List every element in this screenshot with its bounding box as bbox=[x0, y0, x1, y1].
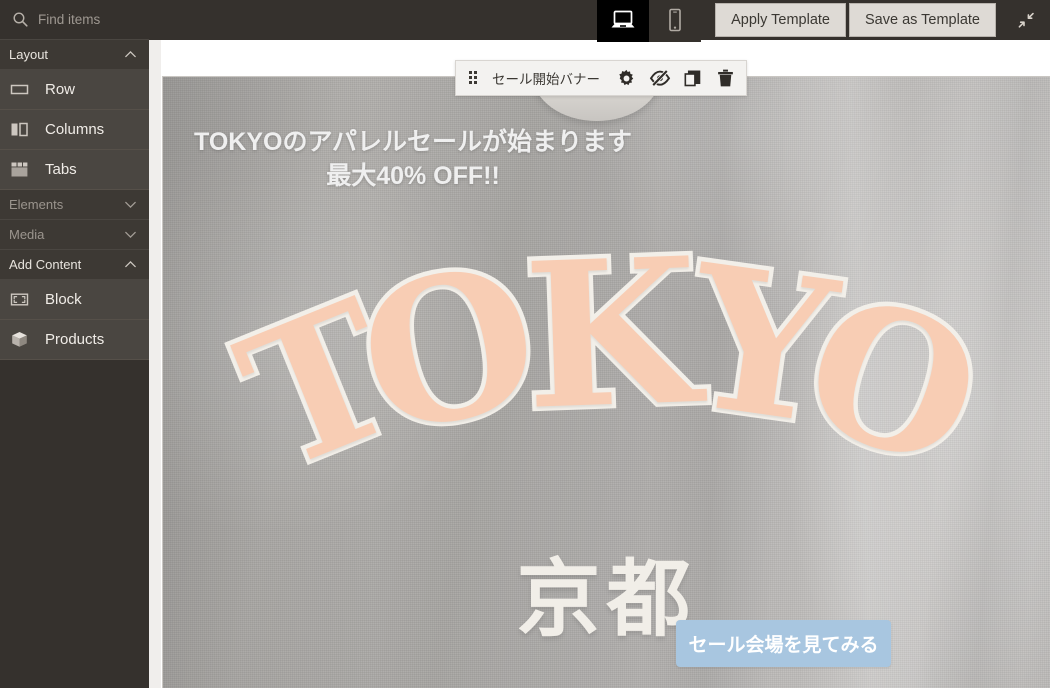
sidebar-section-media[interactable]: Media bbox=[0, 220, 149, 250]
tabs-icon bbox=[9, 160, 29, 180]
sidebar-item-row[interactable]: Row bbox=[0, 70, 149, 110]
sidebar-item-products[interactable]: Products bbox=[0, 320, 149, 360]
gear-icon bbox=[619, 69, 634, 85]
sidebar-item-columns[interactable]: Columns bbox=[0, 110, 149, 150]
sidebar-item-label: Block bbox=[45, 291, 82, 308]
chevron-down-icon bbox=[125, 231, 136, 239]
sidebar-item-label: Tabs bbox=[45, 161, 77, 178]
device-mobile-button[interactable] bbox=[649, 0, 702, 42]
copy-icon bbox=[684, 70, 701, 86]
page-builder-app: Apply Template Save as Template Layout bbox=[0, 0, 1050, 688]
collapse-panel-button[interactable] bbox=[1006, 0, 1046, 40]
chevron-up-icon bbox=[125, 260, 136, 268]
sidebar-section-add-content[interactable]: Add Content bbox=[0, 250, 149, 280]
save-as-template-button[interactable]: Save as Template bbox=[849, 3, 996, 37]
element-toolbar-label: セール開始バナー bbox=[492, 72, 600, 87]
apply-template-button[interactable]: Apply Template bbox=[715, 3, 846, 37]
sidebar-section-label: Media bbox=[9, 227, 45, 242]
banner-block[interactable]: T O K Y O 京都 TOKYOのアパレルセールが始まります 最大40% O… bbox=[162, 76, 1050, 688]
sidebar-section-label: Layout bbox=[9, 47, 49, 62]
chevron-up-icon bbox=[125, 50, 136, 58]
search-box[interactable] bbox=[0, 0, 149, 40]
device-desktop-button[interactable] bbox=[597, 0, 650, 42]
element-delete-button[interactable] bbox=[709, 61, 742, 95]
left-sidebar: Layout Row Columns Tabs Elements Media A… bbox=[0, 40, 149, 688]
sidebar-section-elements[interactable]: Elements bbox=[0, 190, 149, 220]
element-hide-button[interactable] bbox=[643, 61, 676, 95]
element-toolbar: セール開始バナー bbox=[455, 60, 747, 96]
drag-handle-icon[interactable] bbox=[460, 61, 488, 95]
desktop-icon bbox=[611, 10, 635, 28]
sidebar-item-label: Row bbox=[45, 81, 76, 98]
sidebar-item-label: Columns bbox=[45, 121, 105, 138]
sidebar-section-layout[interactable]: Layout bbox=[0, 40, 149, 70]
search-input[interactable] bbox=[38, 12, 143, 27]
search-icon bbox=[13, 12, 28, 27]
sidebar-section-label: Add Content bbox=[9, 257, 82, 272]
mobile-icon bbox=[669, 8, 681, 32]
columns-icon bbox=[9, 120, 29, 140]
chevron-down-icon bbox=[125, 201, 136, 209]
sidebar-item-label: Products bbox=[45, 331, 105, 348]
fabric-fold-highlights bbox=[163, 77, 1050, 688]
trash-icon bbox=[718, 69, 733, 86]
block-icon bbox=[9, 290, 29, 310]
products-box-icon bbox=[9, 330, 29, 350]
device-preview-switcher bbox=[597, 0, 702, 42]
sidebar-item-tabs[interactable]: Tabs bbox=[0, 150, 149, 190]
top-toolbar: Apply Template Save as Template bbox=[0, 0, 1050, 42]
canvas-scroll-gutter[interactable] bbox=[149, 40, 161, 688]
collapse-arrows-icon bbox=[1018, 12, 1034, 28]
editor-canvas[interactable]: T O K Y O 京都 TOKYOのアパレルセールが始まります 最大40% O… bbox=[149, 40, 1050, 688]
eye-slash-icon bbox=[649, 69, 670, 87]
banner-cta-button[interactable]: セール会場を見てみる bbox=[676, 620, 891, 667]
sidebar-item-block[interactable]: Block bbox=[0, 280, 149, 320]
sidebar-section-label: Elements bbox=[9, 197, 64, 212]
row-icon bbox=[9, 80, 29, 100]
template-actions: Apply Template Save as Template bbox=[715, 3, 996, 37]
element-duplicate-button[interactable] bbox=[676, 61, 709, 95]
element-settings-button[interactable] bbox=[610, 61, 643, 95]
